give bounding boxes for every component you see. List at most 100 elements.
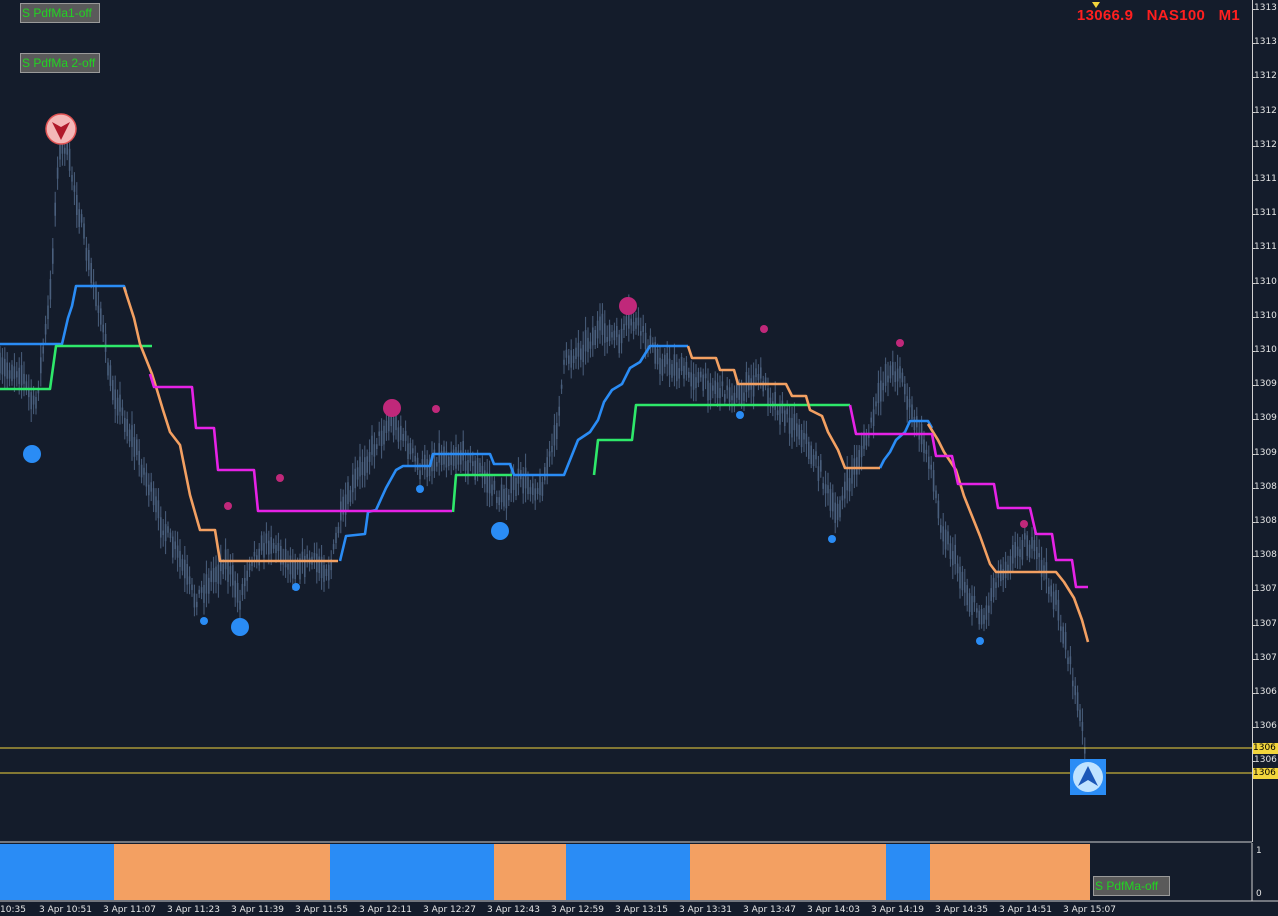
candle-body (253, 551, 256, 557)
price-tick-mark (1252, 214, 1255, 216)
pdfma1-toggle-button[interactable]: S PdfMa1-off (20, 3, 100, 23)
candle-body (983, 615, 985, 624)
candle-body (1064, 632, 1067, 650)
candle-body (349, 490, 352, 502)
candle-body (992, 577, 995, 598)
candle-body (56, 167, 59, 179)
candle-body (841, 495, 844, 501)
candle-body (913, 416, 916, 431)
candle-body (491, 484, 493, 496)
candle-body (604, 323, 606, 343)
price-tick-label: 1311 (1254, 208, 1277, 219)
candle-body (419, 470, 421, 480)
candle-body (347, 482, 349, 505)
price-tick-mark (1252, 145, 1255, 147)
candle-body (995, 582, 997, 589)
price-tick-label: 1308 (1254, 516, 1277, 526)
price-tick-mark (1252, 727, 1255, 729)
candle-body (707, 380, 709, 401)
candle-body (239, 600, 241, 610)
candle-body (671, 364, 673, 378)
candle-body (191, 584, 193, 591)
candle-body (635, 317, 637, 329)
price-tick-mark (1252, 658, 1255, 660)
histogram-block (330, 844, 494, 900)
candle-body (877, 382, 880, 404)
candle-body (860, 445, 863, 458)
price-tick-mark (1252, 9, 1255, 10)
candle-body (236, 582, 239, 603)
candle-body (592, 327, 594, 346)
price-tick-label: 1309 (1254, 447, 1277, 458)
candle-body (656, 348, 659, 365)
candle-body (793, 413, 796, 431)
candle-body (608, 324, 611, 342)
candle-body (366, 456, 368, 473)
candle-body (188, 576, 191, 585)
time-tick-label: 3 Apr 11:55 (295, 905, 348, 915)
candle-body (820, 460, 822, 472)
candle-body (4, 358, 6, 377)
level-label-upper: 1306 (1253, 743, 1278, 754)
candle-body (798, 424, 800, 440)
candle-body (23, 373, 25, 384)
buy-dot (416, 485, 424, 493)
candle-body (371, 435, 373, 455)
candle-body (505, 487, 508, 509)
candle-body (301, 551, 304, 561)
candle-body (716, 382, 719, 398)
candle-body (1036, 546, 1038, 559)
sell-dot (896, 339, 904, 347)
sub-window-histogram (0, 843, 1253, 901)
candle-body (18, 367, 20, 385)
timeframe: M1 (1218, 7, 1240, 24)
candle-body (263, 543, 265, 558)
candle-body (752, 375, 755, 397)
time-tick-label: 3 Apr 11:23 (167, 905, 220, 915)
candle-body (32, 395, 35, 405)
candle-body (464, 461, 467, 471)
candle-body (637, 317, 640, 326)
chart-canvas[interactable] (0, 0, 1278, 916)
candle-body (90, 262, 92, 284)
candle-body (54, 202, 56, 216)
candle-body (556, 423, 558, 440)
candle-body (316, 553, 318, 573)
candle-body (738, 383, 740, 400)
candle-body (803, 432, 805, 440)
candle-body (133, 437, 136, 457)
candle-body (695, 377, 697, 389)
candle-body (215, 566, 217, 583)
price-tick-label: 1306 (1254, 721, 1277, 732)
price-tick-mark (1252, 282, 1255, 284)
histogram-block (690, 844, 886, 900)
candle-body (196, 601, 198, 608)
candle-body (1048, 586, 1050, 595)
candle-body (313, 552, 316, 559)
candle-body (923, 439, 925, 454)
candle-body (164, 524, 167, 542)
candle-body (157, 500, 160, 519)
candle-body (973, 595, 976, 603)
candle-body (203, 584, 205, 603)
candle-body (200, 587, 203, 593)
buy-dot (231, 618, 249, 636)
sub-window-scale-bottom: 0 (1256, 889, 1262, 899)
candle-body (318, 556, 320, 574)
candle-body (332, 544, 335, 550)
price-tick-label: 1313 (1254, 37, 1277, 48)
candle-body (121, 407, 124, 416)
sell-dot (619, 297, 637, 315)
pdfma2-toggle-button[interactable]: S PdfMa 2-off (20, 53, 100, 73)
candle-body (786, 408, 788, 415)
horizontal-levels (0, 747, 1252, 774)
candle-body (692, 373, 695, 390)
pdfma-toggle-button[interactable]: S PdfMa-off (1093, 876, 1170, 896)
candle-body (181, 559, 184, 571)
candle-body (227, 560, 229, 582)
level-label-lower: 1306 (1253, 768, 1278, 779)
candle-body (1002, 569, 1004, 581)
candle-body (925, 449, 928, 454)
candle-body (100, 308, 102, 325)
price-tick-mark (1252, 590, 1255, 592)
